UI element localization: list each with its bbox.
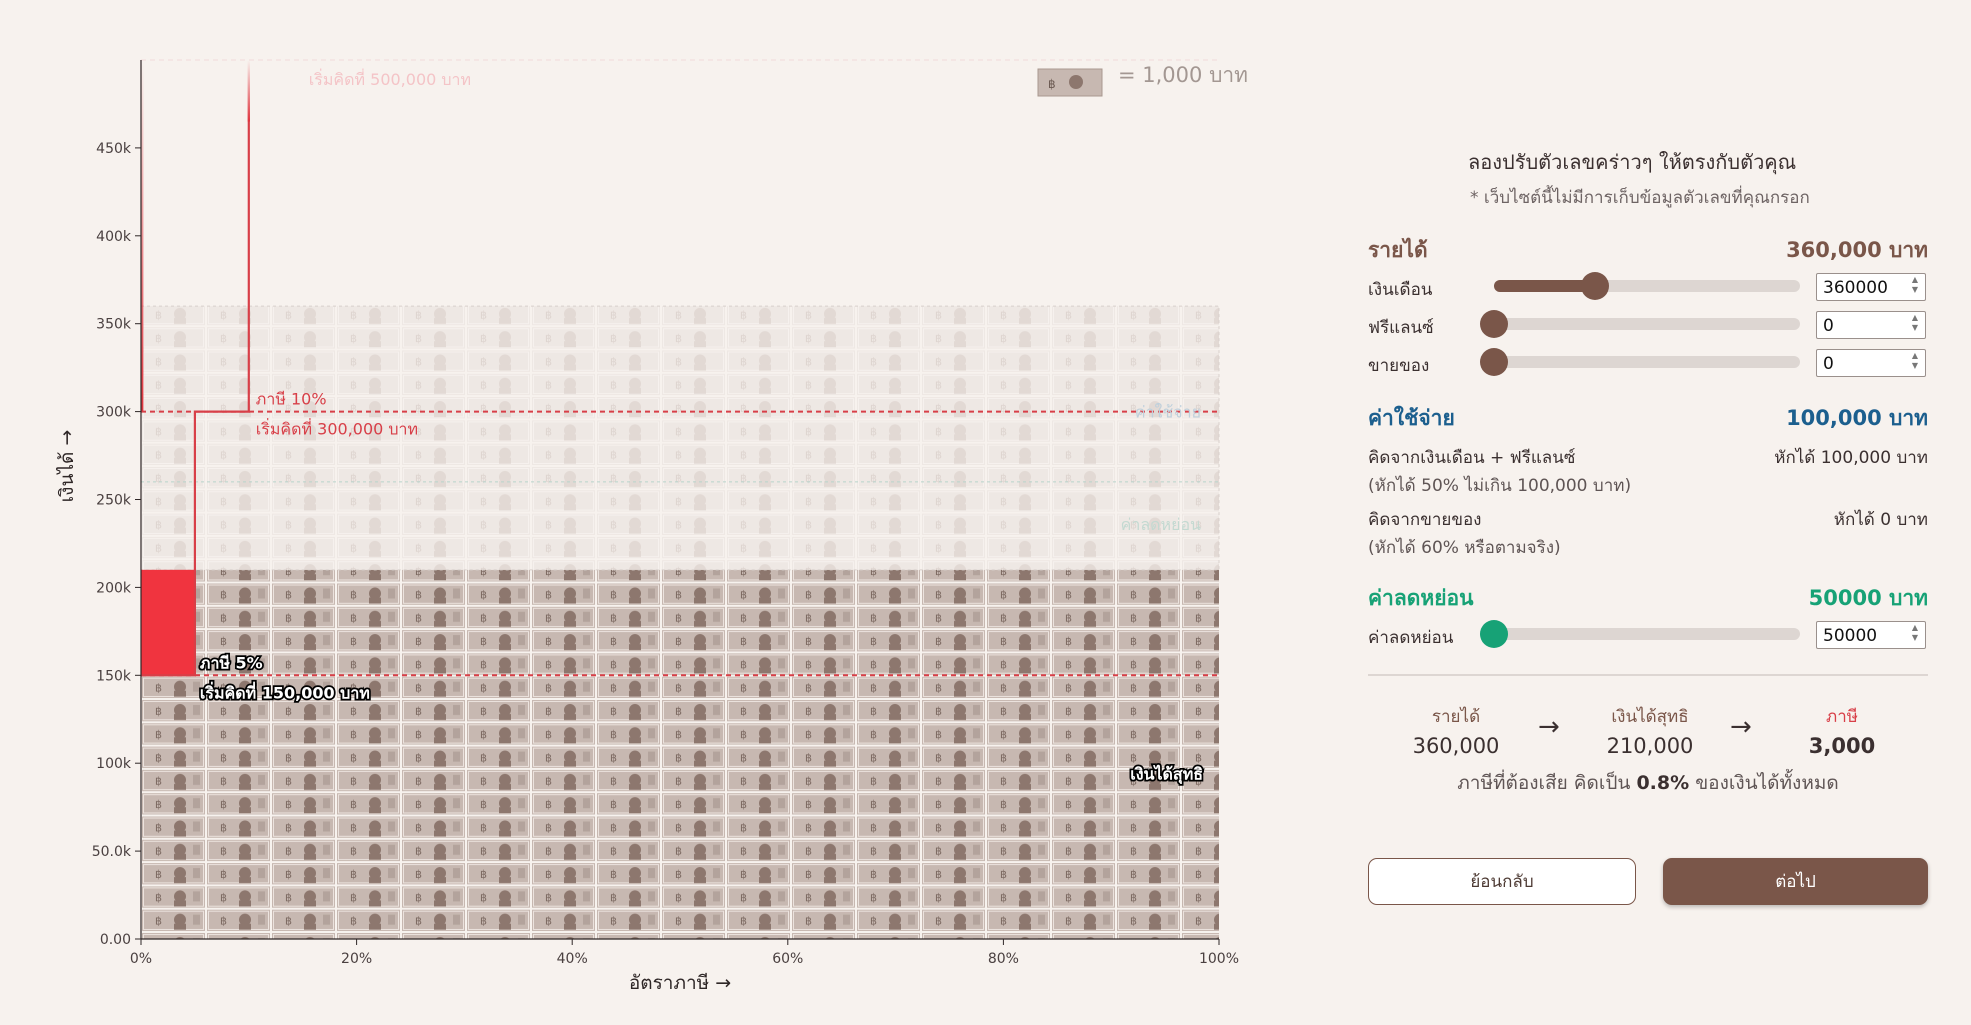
summary-arrow-2: → — [1730, 712, 1752, 742]
x-tick-label: 40% — [557, 951, 588, 967]
deduction-total: 50000 บาท — [1808, 586, 1928, 610]
expense-salary-amount: หักได้ 100,000 บาท — [1774, 448, 1928, 468]
freelance-slider-thumb[interactable] — [1480, 310, 1508, 338]
freelance-label: ฟรีแลนซ์ — [1368, 318, 1434, 338]
summary-income-value: 360,000 — [1412, 734, 1500, 758]
expense-sales-rule: (หักได้ 60% หรือตามจริง) — [1368, 538, 1561, 558]
salary-spinner[interactable]: ▲ ▼ — [1908, 275, 1922, 299]
summary-tax-label: ภาษี — [1826, 707, 1858, 727]
expense-heading: ค่าใช้จ่าย — [1368, 406, 1455, 430]
net-income-area — [141, 569, 1219, 939]
y-tick-label: 150k — [96, 668, 132, 684]
calculator-panel: ลองปรับตัวเลขคร่าวๆ ให้ตรงกับตัวคุณ * เว… — [1368, 0, 1928, 1025]
summary-percent: 0.8% — [1636, 772, 1690, 794]
sales-spinner[interactable]: ▲ ▼ — [1908, 351, 1922, 375]
sales-slider[interactable] — [1480, 348, 1800, 376]
summary-tax: ภาษี 3,000 — [1772, 703, 1912, 758]
summary-net: เงินได้สุทธิ 210,000 — [1580, 703, 1720, 758]
bracket-10-rate-label: ภาษี 10% — [256, 390, 327, 409]
x-tick-label: 60% — [772, 951, 803, 967]
summary-net-value: 210,000 — [1606, 734, 1694, 758]
y-tick-label: 450k — [96, 141, 132, 157]
summary-text-before: ภาษีที่ต้องเสีย คิดเป็น — [1457, 772, 1631, 794]
bracket-15-start-label: เริ่มคิดที่ 500,000 บาท — [309, 68, 471, 89]
deduction-spinner[interactable]: ▲ ▼ — [1908, 623, 1922, 647]
y-tick-label: 100k — [96, 756, 132, 772]
summary-income: รายได้ 360,000 — [1386, 703, 1526, 758]
panel-title: ลองปรับตัวเลขคร่าวๆ ให้ตรงกับตัวคุณ — [1468, 150, 1797, 174]
salary-slider-thumb[interactable] — [1580, 272, 1609, 300]
salary-slider[interactable] — [1494, 272, 1800, 300]
privacy-note: * เว็บไซต์นี้ไม่มีการเก็บข้อมูลตัวเลขที่… — [1470, 188, 1810, 208]
x-tick-label: 100% — [1199, 951, 1239, 967]
income-heading: รายได้ — [1368, 238, 1428, 262]
x-tick-label: 20% — [341, 951, 372, 967]
expense-sales-title: คิดจากขายของ — [1368, 510, 1482, 530]
y-tick-label: 300k — [96, 405, 132, 421]
net-income-region-label: เงินได้สุทธิ — [1130, 764, 1203, 784]
y-tick-label: 200k — [96, 580, 132, 596]
freelance-slider[interactable] — [1480, 310, 1800, 338]
legend-unit-label: = 1,000 บาท — [1118, 63, 1248, 87]
freelance-spinner[interactable]: ▲ ▼ — [1908, 313, 1922, 337]
legend: ฿ = 1,000 บาท — [1037, 63, 1248, 97]
x-tick-label: 80% — [988, 951, 1019, 967]
x-axis-title: อัตราภาษี → — [629, 972, 731, 994]
sales-slider-thumb[interactable] — [1480, 348, 1508, 376]
salary-label: เงินเดือน — [1368, 280, 1433, 300]
y-axis-title: เงินได้ → — [56, 430, 78, 503]
expense-sales-amount: หักได้ 0 บาท — [1833, 510, 1928, 530]
tax-paid-area — [141, 569, 195, 676]
x-tick-label: 0% — [130, 951, 152, 967]
y-tick-label: 50.0k — [92, 844, 132, 860]
deduction-slider-thumb[interactable] — [1480, 620, 1508, 648]
expense-total: 100,000 บาท — [1786, 406, 1928, 430]
svg-text:฿: ฿ — [1048, 77, 1056, 91]
income-header: รายได้ 360,000 บาท — [1368, 234, 1928, 267]
back-button[interactable]: ย้อนกลับ — [1368, 858, 1636, 905]
expense-salary-title: คิดจากเงินเดือน + ฟรีแลนซ์ — [1368, 448, 1576, 468]
summary-sentence: ภาษีที่ต้องเสีย คิดเป็น 0.8% ของเงินได้ท… — [1368, 768, 1928, 798]
summary-text-after: ของเงินได้ทั้งหมด — [1695, 772, 1839, 794]
deduction-region-label: ค่าลดหย่อน — [1121, 515, 1201, 534]
summary-net-label: เงินได้สุทธิ — [1611, 707, 1689, 727]
bracket-10-start-label: เริ่มคิดที่ 300,000 บาท — [256, 418, 418, 439]
tax-bracket-fade — [247, 60, 250, 122]
y-tick-label: 0.00 — [100, 932, 131, 948]
deduction-label: ค่าลดหย่อน — [1368, 628, 1454, 648]
summary-arrow-1: → — [1538, 712, 1560, 742]
bracket-5-start-label: เริ่มคิดที่ 150,000 บาท — [200, 681, 370, 702]
deduction-slider[interactable] — [1480, 620, 1800, 648]
deduction-heading: ค่าลดหย่อน — [1368, 586, 1474, 610]
income-total: 360,000 บาท — [1786, 238, 1928, 262]
tax-chart: ฿ ฿ 0.0050.0k100k150k200k250k300k350k400… — [56, 59, 1248, 994]
expense-header: ค่าใช้จ่าย 100,000 บาท — [1368, 402, 1928, 435]
deduction-header: ค่าลดหย่อน 50000 บาท — [1368, 582, 1928, 615]
summary-tax-value: 3,000 — [1808, 734, 1876, 758]
expense-region-label: ค่าใช้จ่าย — [1135, 403, 1201, 422]
summary-income-label: รายได้ — [1431, 707, 1481, 727]
y-tick-label: 400k — [96, 229, 132, 245]
y-tick-label: 350k — [96, 317, 132, 333]
summary-divider — [1368, 674, 1928, 676]
next-button[interactable]: ต่อไป — [1663, 858, 1928, 905]
sales-label: ขายของ — [1368, 356, 1430, 376]
expense-salary-rule: (หักได้ 50% ไม่เกิน 100,000 บาท) — [1368, 476, 1632, 496]
y-tick-label: 250k — [96, 493, 132, 509]
bracket-5-rate-label: ภาษี 5% — [200, 653, 263, 672]
